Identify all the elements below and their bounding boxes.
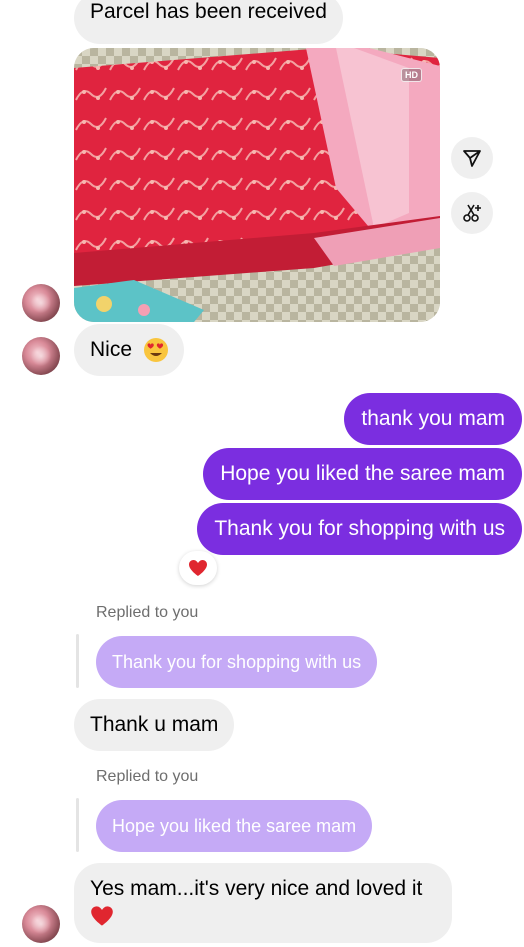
red-heart-emoji (189, 560, 207, 576)
contact-avatar[interactable] (22, 337, 60, 375)
reply-label: Replied to you (96, 768, 199, 785)
saree-photo-image (74, 48, 440, 322)
reply-divider (76, 634, 79, 688)
message-thank-you-mam[interactable]: thank you mam (344, 393, 522, 445)
reply-quote-text: Thank you for shopping with us (112, 652, 362, 672)
heart-emoji-wrap (90, 905, 436, 935)
message-text: Yes mam...it's very nice and loved it (90, 877, 423, 900)
message-yes-mam[interactable]: Yes mam...it's very nice and loved it (74, 863, 452, 943)
share-button[interactable] (451, 137, 493, 179)
message-text: Nice (90, 338, 133, 361)
message-parcel-received[interactable]: Parcel has been received (74, 0, 343, 44)
hd-badge: HD (401, 68, 422, 82)
reply-quote[interactable]: Hope you liked the saree mam (96, 800, 373, 852)
reply-quote-text: Hope you liked the saree mam (112, 816, 357, 836)
saree-photo[interactable]: HD (74, 48, 440, 322)
ai-edit-button[interactable] (451, 192, 493, 234)
chat-thread: Parcel has been received HD Nice thank y… (0, 0, 524, 947)
contact-avatar[interactable] (22, 905, 60, 943)
message-thank-u-mam[interactable]: Thank u mam (74, 699, 235, 751)
message-text: Hope you liked the saree mam (220, 462, 505, 485)
reply-label: Replied to you (96, 604, 199, 621)
reply-quote[interactable]: Thank you for shopping with us (96, 636, 378, 688)
reply-divider (76, 798, 79, 852)
message-nice[interactable]: Nice (74, 324, 184, 376)
message-text: Parcel has been received (90, 0, 327, 23)
message-text: Thank u mam (90, 713, 219, 736)
message-thank-shopping[interactable]: Thank you for shopping with us (197, 503, 522, 555)
share-send-icon (463, 150, 481, 167)
heart-eyes-emoji (143, 338, 168, 363)
red-heart-emoji (91, 906, 113, 926)
sparkle-edit-icon (463, 204, 481, 222)
heart-reaction[interactable] (179, 551, 217, 585)
message-hope-liked[interactable]: Hope you liked the saree mam (203, 448, 522, 500)
message-text: Thank you for shopping with us (214, 517, 505, 540)
message-text: thank you mam (361, 407, 505, 430)
contact-avatar[interactable] (22, 284, 60, 322)
